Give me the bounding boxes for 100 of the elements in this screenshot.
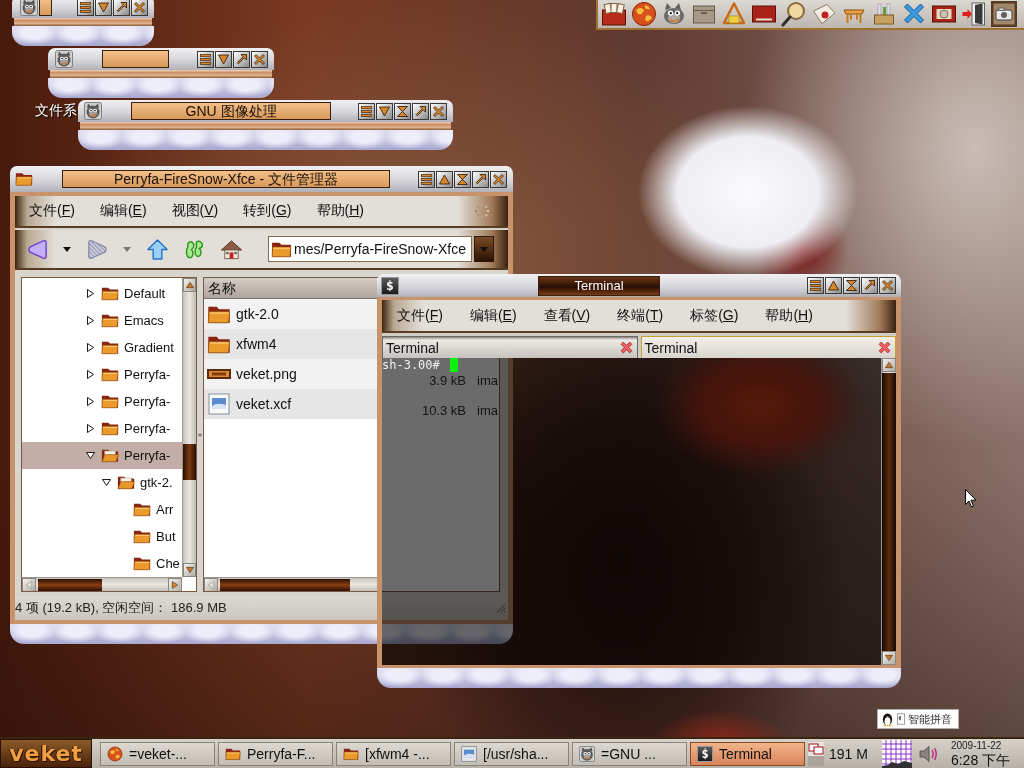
menu-item[interactable]: 视图(V) [169, 200, 221, 222]
clock-date[interactable]: 2009-11-22 [950, 740, 1011, 751]
expander-icon[interactable] [86, 289, 95, 298]
title-bar[interactable] [48, 48, 274, 70]
close-button[interactable] [430, 102, 447, 120]
expander-icon[interactable] [102, 478, 111, 487]
horizontal-scrollbar[interactable] [22, 577, 182, 591]
minimize-button[interactable] [454, 170, 471, 188]
taskbar-button[interactable]: Perryfa-F... [218, 741, 333, 766]
window-menu-button[interactable] [77, 0, 94, 16]
column-header[interactable]: 名称 [204, 278, 377, 299]
dropdown-button[interactable] [474, 236, 494, 262]
pager-icon[interactable] [808, 741, 824, 766]
title-bar[interactable]: $ Terminal [377, 274, 901, 297]
envelope-icon[interactable] [811, 1, 837, 27]
terminal-icon[interactable]: $ [381, 276, 399, 295]
minimize-button[interactable] [394, 102, 411, 120]
volume-icon[interactable] [918, 744, 939, 763]
camera-icon[interactable] [991, 1, 1017, 27]
menu-item[interactable]: 帮助(H) [763, 304, 815, 327]
maximize-button[interactable] [472, 170, 489, 188]
tree-item[interactable]: Arr [22, 496, 182, 523]
tree-item[interactable]: Perryfa- [22, 415, 182, 442]
menu-item[interactable]: 终端(T) [615, 304, 666, 327]
title-bar[interactable]: GNU 图像处理 [78, 100, 453, 122]
close-button[interactable] [251, 50, 268, 68]
tree-item[interactable]: Emacs [22, 307, 182, 334]
expander-icon[interactable] [86, 316, 95, 325]
menu-item[interactable]: 文件(F) [395, 304, 445, 327]
tree-item[interactable]: Perryfa- [22, 442, 182, 469]
taskbar-button[interactable]: =GNU ... [572, 741, 687, 766]
tree-item[interactable]: Perryfa- [22, 388, 182, 415]
taskbar-button[interactable]: $ Terminal [690, 741, 805, 766]
scroll-right-button[interactable] [168, 577, 182, 591]
globe-icon[interactable] [631, 1, 657, 27]
basket-icon[interactable] [871, 1, 897, 27]
tab[interactable]: Terminal [382, 336, 638, 358]
penguin-icon[interactable] [881, 711, 894, 727]
maximize-button[interactable] [113, 0, 130, 16]
maximize-button[interactable] [412, 102, 429, 120]
magnifier-icon[interactable] [781, 1, 807, 27]
close-button[interactable] [131, 0, 148, 16]
input-method-bar[interactable]: 智能拼音 [877, 709, 959, 729]
tree-item[interactable]: But [22, 523, 182, 550]
expander-icon[interactable] [86, 451, 95, 460]
taskbar-button[interactable]: [/usr/sha... [454, 741, 569, 766]
close-icon[interactable] [878, 341, 891, 354]
file-row[interactable]: xfwm4 [204, 329, 377, 359]
close-button[interactable] [879, 277, 896, 294]
menu-item[interactable]: 标签(G) [688, 304, 741, 327]
input-mode-icon[interactable] [897, 713, 905, 725]
taskbar-button[interactable]: =veket-... [100, 741, 215, 766]
menu-item[interactable]: 编辑(E) [97, 200, 149, 222]
window-menu-button[interactable] [418, 170, 435, 188]
scrollbar-thumb[interactable] [882, 373, 896, 651]
scroll-up-button[interactable] [882, 358, 896, 372]
mascot-icon[interactable] [661, 1, 687, 27]
scroll-left-button[interactable] [204, 577, 218, 591]
menu-item[interactable]: 转到(G) [241, 200, 294, 222]
menu-item[interactable]: 查看(V) [541, 304, 593, 327]
load-graph-icon[interactable] [881, 739, 912, 768]
scrollbar-thumb[interactable] [38, 578, 102, 591]
location-field[interactable]: mes/Perryfa-FireSnow-Xfce [268, 236, 472, 262]
scroll-down-button[interactable] [882, 651, 896, 665]
tree-item[interactable]: Perryfa- [22, 361, 182, 388]
window-menu-button[interactable] [197, 50, 214, 68]
menu-item[interactable]: 编辑(E) [467, 304, 519, 327]
horizontal-scrollbar[interactable] [204, 577, 377, 591]
expander-icon[interactable] [86, 397, 95, 406]
taskbar-button[interactable]: [xfwm4 -... [336, 741, 451, 766]
window-menu-button[interactable] [807, 277, 824, 294]
expander-icon[interactable] [86, 370, 95, 379]
tab[interactable]: Terminal [640, 336, 896, 358]
scrollbar-thumb[interactable] [183, 444, 196, 480]
file-row[interactable]: gtk-2.0 [204, 299, 377, 329]
desktop-icon-label[interactable]: 文件系 [35, 102, 77, 120]
expander-icon[interactable] [86, 424, 95, 433]
menu-item[interactable]: 帮助(H) [314, 200, 366, 222]
scroll-left-button[interactable] [22, 577, 36, 591]
clock-time[interactable]: 6:28 下午 [950, 752, 1011, 767]
exit-door-icon[interactable] [961, 1, 987, 27]
close-button[interactable] [490, 170, 507, 188]
menu-item[interactable]: 文件(F) [27, 200, 77, 222]
tree-item[interactable]: gtk-2. [22, 469, 182, 496]
close-icon[interactable] [619, 341, 633, 354]
grip-dot-icon[interactable] [198, 432, 202, 437]
scroll-down-button[interactable] [183, 563, 196, 577]
tree-item[interactable]: Gradient [22, 334, 182, 361]
card-index-icon[interactable] [601, 1, 627, 27]
resize-grip-icon[interactable] [496, 603, 506, 613]
vertical-scrollbar[interactable] [182, 278, 196, 577]
scroll-up-button[interactable] [183, 278, 196, 292]
expander-icon[interactable] [86, 343, 95, 352]
globe-icon[interactable] [107, 745, 123, 762]
title-bar[interactable]: Perryfa-FireSnow-Xfce - 文件管理器 [10, 166, 513, 192]
up-button[interactable] [144, 236, 170, 262]
maximize-button[interactable] [861, 277, 878, 294]
scrollbar-thumb[interactable] [220, 578, 350, 591]
maximize-button[interactable] [233, 50, 250, 68]
tree-item[interactable]: Default [22, 280, 182, 307]
